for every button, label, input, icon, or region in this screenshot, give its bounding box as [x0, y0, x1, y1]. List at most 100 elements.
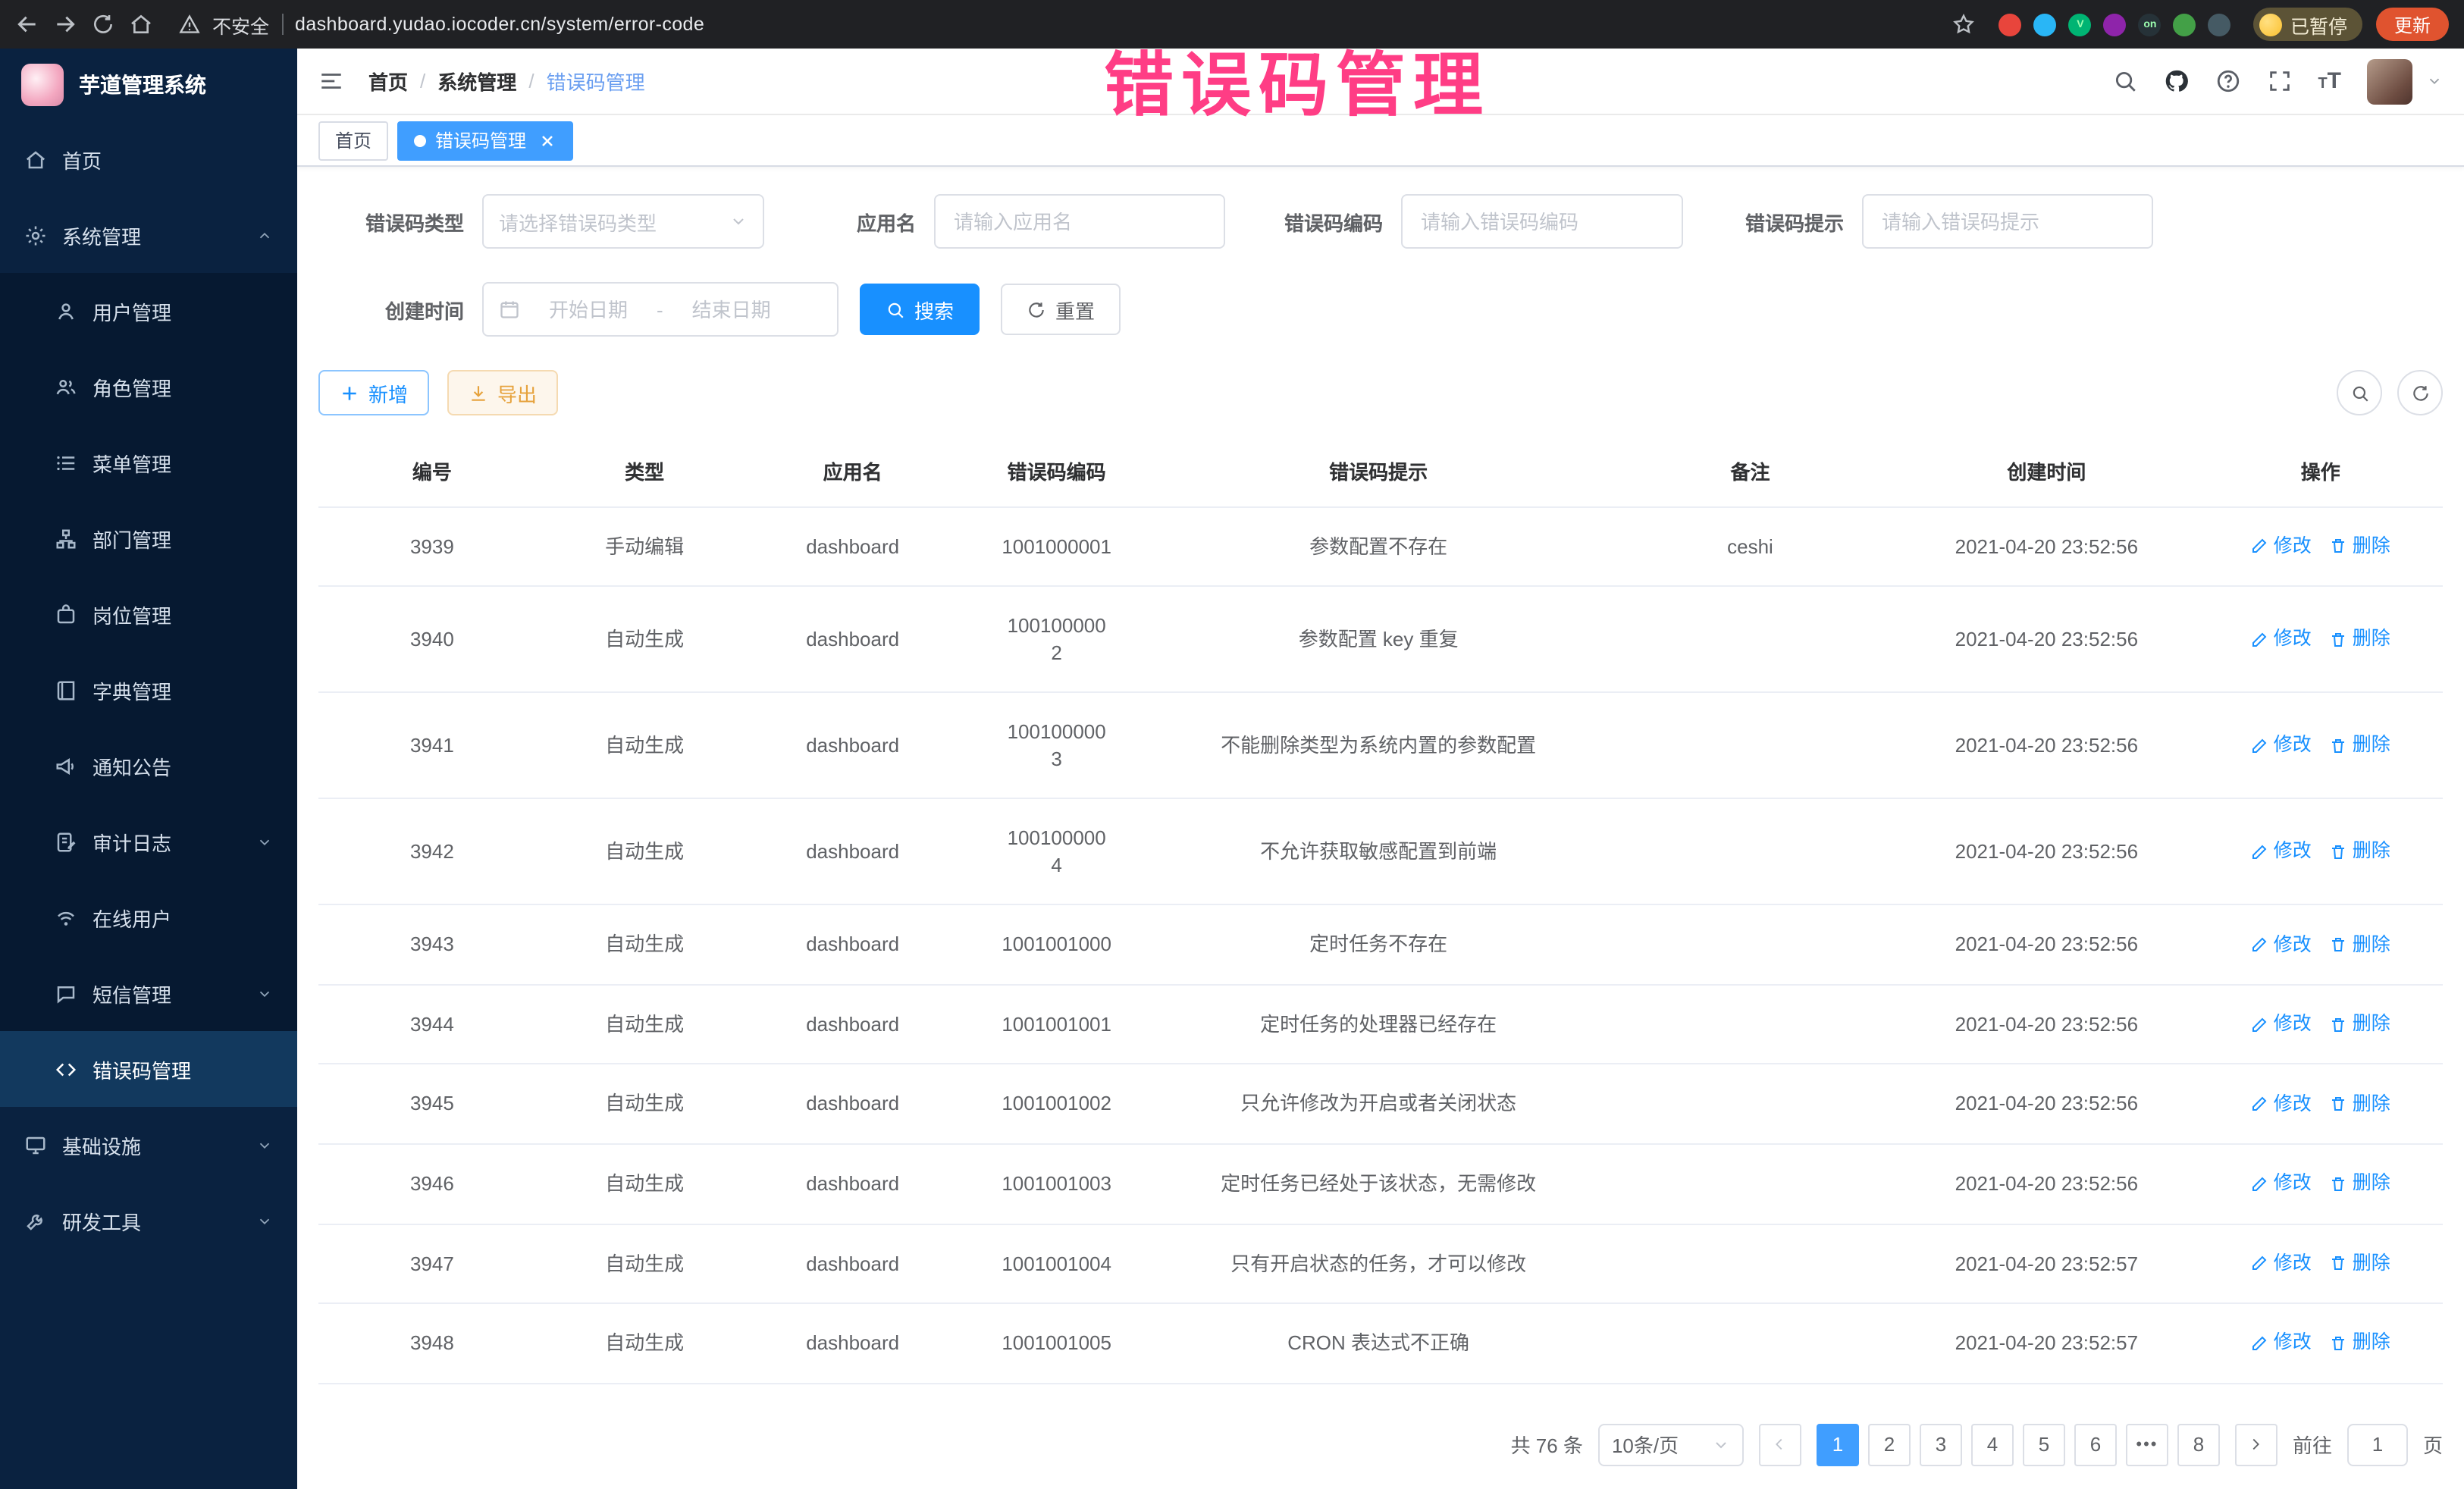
sidebar-item-role[interactable]: 角色管理 [0, 349, 297, 425]
collapse-sidebar-icon[interactable] [318, 68, 344, 94]
sidebar-item-devtools[interactable]: 研发工具 [0, 1183, 297, 1259]
page-button-4[interactable]: 4 [1971, 1423, 2014, 1465]
error-hint-input[interactable] [1862, 194, 2153, 249]
tab-error-code[interactable]: 错误码管理 [397, 121, 573, 160]
browser-update-button[interactable]: 更新 [2376, 8, 2449, 41]
edit-link[interactable]: 修改 [2251, 626, 2312, 652]
error-code-input[interactable] [1401, 194, 1683, 249]
tab-home[interactable]: 首页 [318, 121, 388, 160]
browser-extension-icon[interactable] [2209, 13, 2231, 36]
sidebar-item-system[interactable]: 系统管理 [0, 197, 297, 273]
edit-link[interactable]: 修改 [2251, 733, 2312, 759]
delete-link[interactable]: 删除 [2330, 1331, 2390, 1356]
edit-link[interactable]: 修改 [2251, 1331, 2312, 1356]
cell-type: 自动生成 [546, 1304, 744, 1382]
page-unit-label: 页 [2423, 1430, 2443, 1459]
search-button[interactable]: 搜索 [860, 284, 980, 335]
breadcrumb-system[interactable]: 系统管理 [437, 67, 516, 96]
delete-link[interactable]: 删除 [2330, 733, 2390, 759]
sidebar-item-audit-log[interactable]: 审计日志 [0, 804, 297, 879]
cell-app-name: dashboard [743, 813, 962, 891]
next-page-button[interactable] [2235, 1423, 2277, 1465]
edit-link[interactable]: 修改 [2251, 534, 2312, 560]
app-logo[interactable]: 芋道管理系统 [0, 49, 297, 121]
app-name-input[interactable] [934, 194, 1225, 249]
page-size-select[interactable]: 10条/页 [1598, 1423, 1744, 1465]
browser-extension-icon[interactable] [2174, 13, 2196, 36]
edit-link[interactable]: 修改 [2251, 932, 2312, 958]
browser-forward-icon[interactable] [53, 12, 77, 36]
delete-link[interactable]: 删除 [2330, 626, 2390, 652]
delete-link[interactable]: 删除 [2330, 1171, 2390, 1197]
sidebar-item-post[interactable]: 岗位管理 [0, 576, 297, 652]
sidebar-item-infra[interactable]: 基础设施 [0, 1107, 297, 1183]
end-date-input[interactable] [676, 298, 788, 321]
refresh-table-button[interactable] [2397, 370, 2443, 415]
prev-page-button[interactable] [1759, 1423, 1801, 1465]
reset-button[interactable]: 重置 [1001, 284, 1121, 335]
date-range-picker[interactable]: - [482, 282, 839, 337]
page-button-1[interactable]: 1 [1817, 1423, 1859, 1465]
edit-link[interactable]: 修改 [2251, 1171, 2312, 1197]
edit-icon [2251, 936, 2269, 954]
cell-error-hint: 参数配置 key 重复 [1151, 600, 1606, 679]
delete-link[interactable]: 删除 [2330, 839, 2390, 865]
delete-link[interactable]: 删除 [2330, 1092, 2390, 1118]
megaphone-icon [55, 754, 77, 777]
github-icon[interactable] [2163, 68, 2189, 94]
font-size-icon[interactable]: TT [2318, 68, 2341, 94]
address-bar[interactable]: 不安全 dashboard.yudao.iocoder.cn/system/er… [167, 10, 1977, 39]
chevron-down-icon [256, 1212, 273, 1229]
sidebar-item-dept[interactable]: 部门管理 [0, 500, 297, 576]
breadcrumb-home[interactable]: 首页 [368, 67, 408, 96]
browser-extension-icon[interactable] [2104, 13, 2127, 36]
cell-create-time: 2021-04-20 23:52:57 [1895, 1304, 2199, 1382]
avatar-caret-icon[interactable] [2426, 73, 2443, 89]
page-more-button[interactable]: ••• [2126, 1423, 2168, 1465]
delete-link[interactable]: 删除 [2330, 932, 2390, 958]
close-tab-icon[interactable] [538, 131, 556, 149]
sidebar-item-menu[interactable]: 菜单管理 [0, 425, 297, 500]
sidebar-item-dict[interactable]: 字典管理 [0, 652, 297, 728]
page-button-5[interactable]: 5 [2023, 1423, 2065, 1465]
start-date-input[interactable] [532, 298, 644, 321]
goto-page-input[interactable] [2347, 1423, 2408, 1465]
edit-link[interactable]: 修改 [2251, 1251, 2312, 1277]
error-type-select[interactable]: 请选择错误码类型 [482, 194, 764, 249]
add-button[interactable]: 新增 [318, 370, 429, 415]
sidebar-item-notice[interactable]: 通知公告 [0, 728, 297, 804]
user-avatar[interactable] [2367, 58, 2412, 104]
sidebar-item-online-user[interactable]: 在线用户 [0, 879, 297, 955]
browser-extension-icon[interactable] [2034, 13, 2057, 36]
export-button[interactable]: 导出 [447, 370, 558, 415]
page-button-2[interactable]: 2 [1868, 1423, 1911, 1465]
sidebar-item-home[interactable]: 首页 [0, 121, 297, 197]
edit-link[interactable]: 修改 [2251, 1092, 2312, 1118]
delete-link[interactable]: 删除 [2330, 534, 2390, 560]
browser-extension-icon[interactable]: V [2069, 13, 2092, 36]
edit-link[interactable]: 修改 [2251, 839, 2312, 865]
delete-link[interactable]: 删除 [2330, 1012, 2390, 1038]
page-button-6[interactable]: 6 [2074, 1423, 2117, 1465]
delete-link[interactable]: 删除 [2330, 1251, 2390, 1277]
sidebar-item-sms[interactable]: 短信管理 [0, 955, 297, 1031]
page-button-3[interactable]: 3 [1920, 1423, 1962, 1465]
browser-back-icon[interactable] [15, 12, 39, 36]
help-icon[interactable] [2215, 68, 2240, 94]
toggle-search-button[interactable] [2337, 370, 2382, 415]
edit-link[interactable]: 修改 [2251, 1012, 2312, 1038]
edit-icon [2251, 1255, 2269, 1273]
header-search-icon[interactable] [2111, 68, 2137, 94]
sidebar-item-error-code[interactable]: 错误码管理 [0, 1031, 297, 1107]
profile-paused-badge[interactable]: 已暂停 [2254, 8, 2362, 41]
page-button-8[interactable]: 8 [2177, 1423, 2220, 1465]
fullscreen-icon[interactable] [2266, 68, 2292, 94]
browser-home-icon[interactable] [129, 12, 153, 36]
bookmark-star-icon[interactable] [1952, 12, 1977, 36]
browser-reload-icon[interactable] [91, 12, 115, 36]
sidebar-item-user[interactable]: 用户管理 [0, 273, 297, 349]
total-count: 共 76 条 [1511, 1430, 1583, 1459]
browser-extension-icon[interactable]: on [2139, 13, 2161, 36]
cell-type: 自动生成 [546, 1145, 744, 1223]
browser-extension-icon[interactable] [1999, 13, 2022, 36]
